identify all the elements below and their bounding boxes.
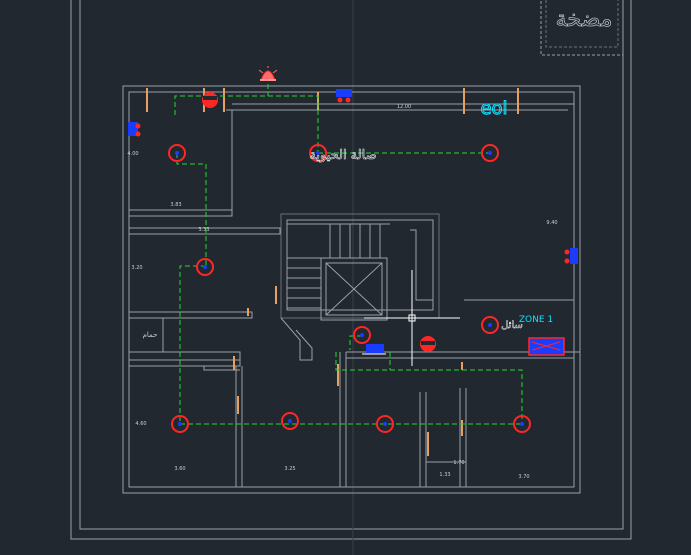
door-markers bbox=[146, 88, 519, 456]
dim-bottom-w3: 1.33 bbox=[439, 472, 450, 478]
sprinkler-pipes bbox=[174, 84, 523, 425]
title-block: مضخة bbox=[540, 0, 624, 56]
sheet-border bbox=[70, 0, 632, 540]
sprinkler-lower-label: سائل bbox=[501, 320, 523, 331]
hall-label: صالة الحيوية bbox=[309, 148, 376, 163]
title-block-text: مضخة bbox=[556, 7, 613, 32]
dim-room-height-2: 3.20 bbox=[131, 265, 142, 271]
valve-icon bbox=[202, 92, 218, 108]
dim-bottom-left-height: 4.60 bbox=[135, 421, 146, 427]
dim-left-height: 4.00 bbox=[127, 151, 138, 157]
pump-icon bbox=[564, 248, 578, 264]
sprinkler-heads bbox=[168, 144, 531, 433]
dim-right-height: 9.40 bbox=[546, 220, 557, 226]
zone-label: ZONE 1 bbox=[519, 315, 553, 325]
pump-icon bbox=[128, 122, 141, 137]
pump-icon bbox=[336, 89, 352, 103]
cad-drawing-canvas[interactable]: مضخة صالة الحيوية eol ZONE 1 سائل 12.00 … bbox=[0, 0, 691, 555]
dim-top-width: 12.00 bbox=[397, 104, 411, 110]
fire-alarm-bell-icon bbox=[258, 66, 278, 81]
dim-room-width-2: 3.33 bbox=[198, 227, 209, 233]
dim-bottom-w1: 3.60 bbox=[174, 466, 185, 472]
valve-icon bbox=[420, 336, 436, 352]
zone-panel-icon bbox=[528, 337, 565, 356]
dim-bottom-h-small: 1.70 bbox=[453, 460, 464, 466]
dim-small-room: حمام bbox=[143, 331, 158, 339]
dim-bottom-w4: 3.70 bbox=[518, 474, 529, 480]
dim-bottom-w2: 3.25 bbox=[284, 466, 295, 472]
dim-room-width-1: 3.83 bbox=[170, 202, 181, 208]
sprinkler-centers bbox=[175, 151, 524, 426]
top-right-label: eol bbox=[480, 98, 507, 119]
